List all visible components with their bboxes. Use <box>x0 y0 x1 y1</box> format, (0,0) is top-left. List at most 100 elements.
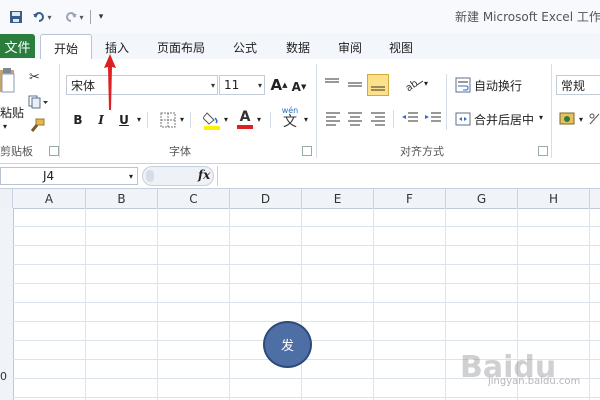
align-center-icon[interactable] <box>345 109 365 127</box>
tab-file[interactable]: 文件 <box>0 34 35 58</box>
orientation-dropdown-icon[interactable]: ▾ <box>424 79 428 88</box>
shrink-arrow-icon: ▼ <box>300 83 307 91</box>
column-header-b[interactable]: B <box>86 189 158 208</box>
font-launcher-icon[interactable] <box>302 146 312 156</box>
divider <box>270 112 271 128</box>
divider <box>147 112 148 128</box>
font-group-label: 字体 <box>169 145 191 158</box>
column-header-h[interactable]: H <box>518 189 590 208</box>
window-title: 新建 Microsoft Excel 工作 <box>455 10 600 24</box>
save-icon[interactable] <box>8 8 24 26</box>
tab-home[interactable]: 开始 <box>40 34 92 61</box>
chevron-down-icon[interactable]: ▾ <box>129 172 133 181</box>
grow-font-button[interactable]: A ▲ <box>270 75 288 95</box>
group-divider <box>59 64 60 158</box>
number-format-box[interactable]: 常规 <box>556 75 600 95</box>
font-name-box[interactable]: 宋体 ▾ <box>66 75 218 95</box>
clipboard-group-label: 剪贴板 <box>0 145 33 158</box>
font-size-value: 11 <box>224 78 240 92</box>
fill-color-dropdown-icon[interactable]: ▾ <box>224 115 228 124</box>
merge-center-label[interactable]: 合并后居中 <box>474 111 534 128</box>
grow-font-letter: A <box>270 76 283 94</box>
tab-review[interactable]: 审阅 <box>330 36 370 58</box>
column-header-a[interactable]: A <box>13 189 86 208</box>
group-divider <box>316 64 317 158</box>
increase-indent-icon[interactable] <box>423 109 443 127</box>
divider <box>446 74 447 130</box>
paste-label[interactable]: 粘贴 <box>0 104 24 121</box>
align-left-icon[interactable] <box>323 109 343 127</box>
font-name-value: 宋体 <box>71 78 96 93</box>
tab-formulas[interactable]: 公式 <box>225 36 265 58</box>
tab-page-layout[interactable]: 页面布局 <box>148 36 214 58</box>
merge-dropdown-icon[interactable]: ▾ <box>539 113 543 122</box>
tab-view[interactable]: 视图 <box>381 36 421 58</box>
phonetic-char: 文 <box>283 114 297 130</box>
font-size-box[interactable]: 11 ▾ <box>219 75 265 95</box>
currency-format-icon[interactable] <box>559 110 577 128</box>
font-color-button[interactable]: A <box>237 108 253 130</box>
watermark-url: jingyan.baidu.com <box>488 376 581 387</box>
paste-dropdown-icon[interactable]: ▾ <box>3 122 7 131</box>
divider <box>190 112 191 128</box>
currency-dropdown-icon[interactable]: ▾ <box>579 115 583 124</box>
customize-qat-icon[interactable]: ▾ <box>96 8 106 26</box>
column-header-f[interactable]: F <box>374 189 446 208</box>
annotation-arrow <box>104 54 116 110</box>
copy-icon[interactable] <box>28 95 50 109</box>
column-header-d[interactable]: D <box>230 189 302 208</box>
grow-arrow-icon: ▲ <box>282 81 288 89</box>
insert-function-button[interactable]: fx <box>198 168 210 182</box>
column-header-g[interactable]: G <box>446 189 518 208</box>
decrease-indent-icon[interactable] <box>400 109 420 127</box>
phonetic-guide-button[interactable]: wén 文 <box>279 107 301 131</box>
name-box[interactable]: J4 ▾ <box>0 167 138 185</box>
formula-bar-handle[interactable] <box>146 170 154 182</box>
qat-separator <box>90 10 91 24</box>
font-color-swatch <box>237 125 253 129</box>
column-header-e[interactable]: E <box>302 189 374 208</box>
align-middle-icon[interactable] <box>345 75 365 93</box>
alignment-group-label: 对齐方式 <box>400 145 444 158</box>
underline-button[interactable]: U <box>116 111 132 129</box>
group-divider <box>551 64 552 158</box>
format-painter-icon[interactable] <box>29 118 45 134</box>
align-top-icon[interactable] <box>322 75 342 93</box>
font-color-dropdown-icon[interactable]: ▾ <box>257 115 261 124</box>
border-icon[interactable] <box>160 112 176 128</box>
tab-data[interactable]: 数据 <box>278 36 318 58</box>
undo-icon[interactable]: ▾ <box>30 8 54 26</box>
clipboard-launcher-icon[interactable] <box>49 146 59 156</box>
formula-input[interactable] <box>217 166 600 186</box>
paste-icon[interactable] <box>0 66 18 96</box>
border-dropdown-icon[interactable]: ▾ <box>180 115 184 124</box>
wrap-text-label[interactable]: 自动换行 <box>474 77 522 94</box>
circle-shape[interactable]: 发 <box>263 321 312 368</box>
align-right-icon[interactable] <box>368 109 388 127</box>
orientation-icon[interactable]: ab <box>403 75 425 94</box>
italic-button[interactable]: I <box>93 111 109 129</box>
divider <box>393 110 394 128</box>
alignment-launcher-icon[interactable] <box>538 146 548 156</box>
qat-edge <box>0 8 6 26</box>
align-bottom-icon[interactable] <box>367 74 389 96</box>
chevron-down-icon[interactable]: ▾ <box>258 81 262 90</box>
underline-dropdown-icon[interactable]: ▾ <box>137 115 141 124</box>
wrap-text-icon[interactable] <box>455 77 471 93</box>
bold-button[interactable]: B <box>70 111 86 129</box>
select-all-button[interactable] <box>0 189 13 208</box>
cut-icon[interactable]: ✂ <box>29 70 43 85</box>
merge-center-icon[interactable] <box>455 111 471 127</box>
row-header-partial[interactable]: 0 <box>0 370 7 383</box>
column-header-c[interactable]: C <box>158 189 230 208</box>
fill-color-icon[interactable] <box>202 110 221 130</box>
name-box-value: J4 <box>43 169 55 183</box>
percent-icon[interactable] <box>588 112 600 126</box>
font-color-letter: A <box>239 109 251 125</box>
shrink-font-button[interactable]: A ▼ <box>290 77 308 97</box>
shrink-font-letter: A <box>291 80 301 94</box>
phonetic-dropdown-icon[interactable]: ▾ <box>304 115 308 124</box>
redo-icon[interactable]: ▾ <box>62 8 86 26</box>
chevron-down-icon[interactable]: ▾ <box>211 81 215 90</box>
svg-text:ab: ab <box>404 78 421 93</box>
